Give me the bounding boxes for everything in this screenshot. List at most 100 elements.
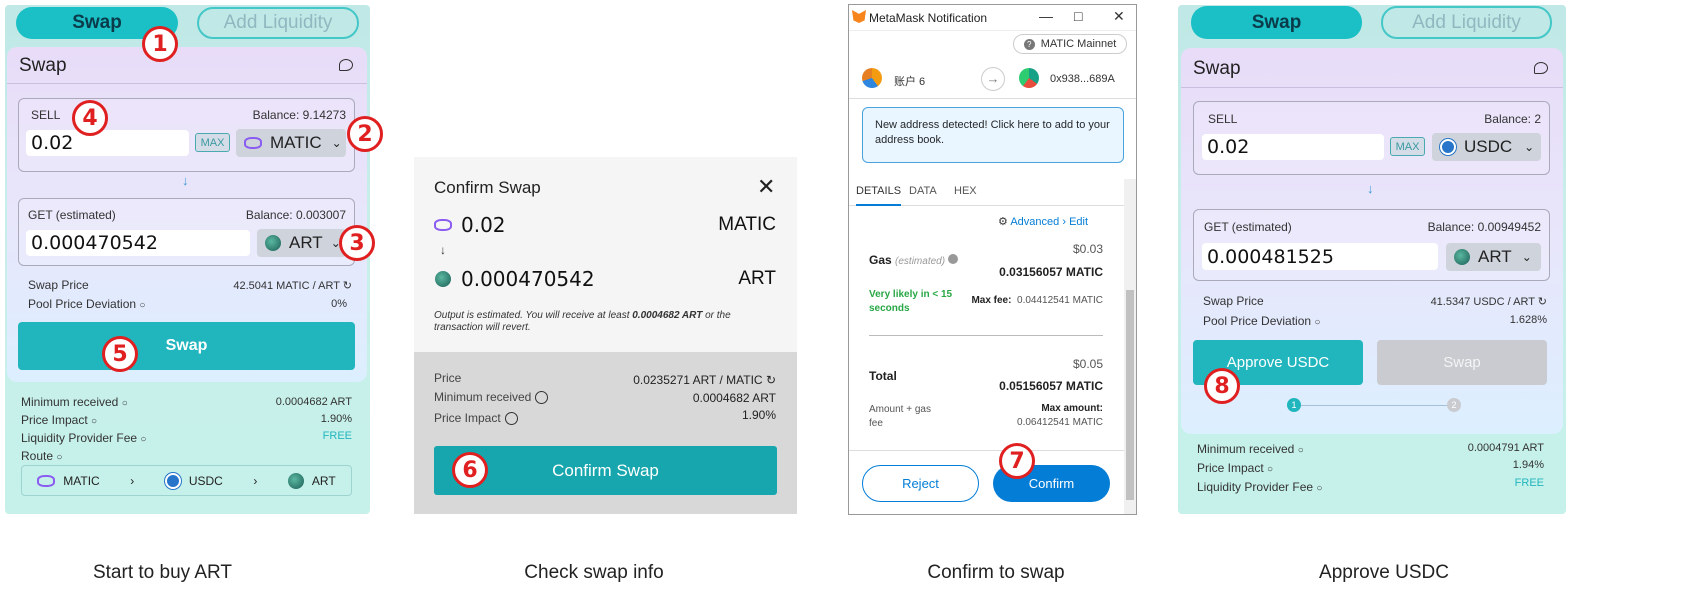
chevron-down-icon: ⌄ [331, 136, 342, 150]
min-received-value: 0.0004791 ART [1467, 442, 1544, 454]
pool-dev-label: Pool Price Deviation ○ [1203, 314, 1320, 328]
caption-start: Start to buy ART [92, 562, 233, 583]
chat-icon[interactable] [339, 59, 353, 71]
chat-icon[interactable] [1534, 62, 1548, 74]
chevron-down-icon: ⌄ [1521, 250, 1532, 264]
sell-amount-input[interactable]: 0.02 [1202, 134, 1384, 160]
chat-icon[interactable]: ○ [1314, 317, 1320, 328]
to-amount: 0.000470542 [461, 267, 595, 291]
account-row: 账户 6 → 0x938...689A [849, 61, 1136, 99]
chevron-right-icon: › [130, 473, 135, 488]
scrollbar-thumb[interactable] [1126, 290, 1134, 500]
max-button[interactable]: MAX [1390, 137, 1425, 156]
details-tabs: DETAILS DATA HEX [849, 179, 1136, 206]
sell-balance: Balance: 9.14273 [252, 108, 346, 122]
sell-amount-input[interactable]: 0.02 [26, 130, 189, 156]
advanced-link[interactable]: ⚙ Advanced › Edit [998, 215, 1088, 228]
swap-price-label: Swap Price [28, 278, 89, 292]
get-token-label: ART [289, 233, 323, 252]
tab-details[interactable]: DETAILS [856, 185, 902, 206]
step-badge-1: 1 [142, 26, 178, 62]
refresh-icon[interactable]: ↻ [766, 373, 776, 387]
sell-box: SELL Balance: 2 0.02 MAX USDC ⌄ [1193, 101, 1550, 175]
reject-button[interactable]: Reject [862, 465, 979, 502]
chat-icon[interactable]: ○ [139, 300, 145, 311]
get-amount-input[interactable]: 0.000481525 [1202, 243, 1438, 270]
min-received-label: Minimum received ○ [1197, 442, 1304, 456]
price-impact-label: Price Impact ○ [21, 413, 97, 427]
chat-icon[interactable]: ○ [140, 434, 146, 445]
chat-icon[interactable] [535, 391, 549, 405]
question-icon: ? [1023, 38, 1035, 50]
step-connector [1294, 405, 1451, 406]
min-received-label: Minimum received ○ [21, 395, 128, 409]
min-received-value: 0.0004682 ART [692, 391, 776, 405]
chat-icon[interactable]: ○ [91, 416, 97, 427]
tab-hex[interactable]: HEX [954, 185, 977, 197]
refresh-icon[interactable]: ↻ [343, 280, 352, 292]
swap-price-text: 42.5041 MATIC / ART [233, 280, 340, 292]
get-amount-input[interactable]: 0.000470542 [26, 230, 250, 256]
price-value-text: 0.0235271 ART / MATIC [633, 373, 763, 387]
price-impact-label: Price Impact [434, 411, 518, 426]
chat-icon[interactable]: ○ [1267, 464, 1273, 475]
network-label: MATIC Mainnet [1040, 38, 1117, 50]
caption-check: Check swap info [524, 562, 664, 583]
matic-icon [37, 474, 56, 487]
info-icon[interactable] [948, 254, 959, 264]
max-button[interactable]: MAX [195, 133, 230, 152]
total-label: Total [869, 369, 897, 383]
swap-panel-start: Swap Add Liquidity Swap SELL Balance: 9.… [5, 5, 370, 514]
arrow-down-icon[interactable]: ↓ [1367, 181, 1374, 196]
chat-icon[interactable]: ○ [122, 398, 128, 409]
new-address-notice[interactable]: New address detected! Click here to add … [862, 107, 1124, 163]
refresh-icon[interactable]: ↻ [1538, 296, 1547, 308]
minimize-icon[interactable]: — [1039, 8, 1053, 24]
sell-token-select[interactable]: USDC ⌄ [1432, 133, 1541, 161]
art-icon [1454, 249, 1470, 265]
chat-icon[interactable]: ○ [1298, 445, 1304, 456]
matic-icon [434, 219, 452, 231]
sell-token-select[interactable]: MATIC ⌄ [236, 129, 346, 157]
tab-add-liquidity[interactable]: Add Liquidity [197, 7, 359, 39]
swap-button[interactable]: Swap [18, 322, 355, 370]
get-balance: Balance: 0.003007 [245, 208, 346, 222]
chat-icon[interactable]: ○ [56, 452, 62, 463]
chat-icon[interactable]: ○ [1316, 483, 1322, 494]
sell-label: SELL [1208, 112, 1238, 126]
step-badge-2: 2 [347, 116, 383, 152]
tab-swap[interactable]: Swap [1191, 6, 1362, 39]
swap-card: Swap SELL Balance: 9.14273 0.02 MAX MATI… [7, 47, 367, 382]
close-icon[interactable]: ✕ [757, 174, 775, 200]
chevron-right-icon: › [253, 473, 258, 488]
confirm-swap-title: Confirm Swap [434, 178, 541, 197]
chat-icon[interactable] [504, 412, 518, 426]
lp-fee-label: Liquidity Provider Fee ○ [1197, 480, 1322, 494]
step-2: 2 [1447, 398, 1461, 412]
get-token-select[interactable]: ART ⌄ [257, 229, 346, 257]
recipient-address[interactable]: 0x938...689A [1050, 73, 1115, 85]
route-token-label: USDC [188, 473, 223, 488]
min-received-label: Minimum received [434, 390, 549, 405]
maximize-icon[interactable]: □ [1074, 8, 1082, 24]
usdc-icon [164, 472, 181, 489]
caption-confirm: Confirm to swap [927, 562, 1065, 583]
tab-add-liquidity[interactable]: Add Liquidity [1381, 6, 1552, 39]
arrow-down-icon[interactable]: ↓ [182, 173, 189, 188]
tab-data[interactable]: DATA [909, 185, 937, 197]
lp-fee-text: Liquidity Provider Fee [21, 431, 138, 445]
network-selector[interactable]: ? MATIC Mainnet [1013, 34, 1127, 54]
swap-button-disabled[interactable]: Swap [1377, 340, 1547, 385]
card-title: Swap [19, 55, 67, 76]
gear-icon: ⚙ [998, 216, 1008, 228]
get-label: GET (estimated) [1204, 220, 1292, 234]
swap-card: Swap SELL Balance: 2 0.02 MAX USDC ⌄ ↓ G… [1181, 48, 1563, 434]
lp-fee-label: Liquidity Provider Fee ○ [21, 431, 146, 445]
min-received-text: Minimum received [1197, 442, 1295, 456]
route-token-label: MATIC [63, 473, 100, 488]
get-token-select[interactable]: ART ⌄ [1446, 243, 1541, 271]
route-token: USDC [164, 472, 223, 489]
to-token: ART [738, 268, 776, 289]
close-icon[interactable]: ✕ [1113, 8, 1125, 25]
max-amount-value: 0.06412541 MATIC [1017, 417, 1103, 428]
